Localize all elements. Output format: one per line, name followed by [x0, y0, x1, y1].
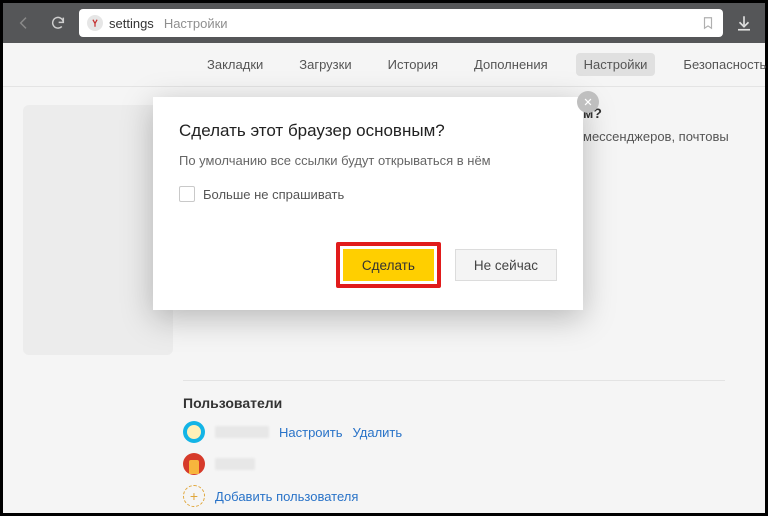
highlight-annotation: Сделать	[336, 242, 441, 288]
bookmark-icon[interactable]	[701, 16, 715, 30]
dont-ask-checkbox[interactable]: Больше не спрашивать	[179, 186, 557, 202]
tab-bookmarks[interactable]: Закладки	[199, 53, 271, 76]
browser-toolbar: settings Настройки	[3, 3, 765, 43]
main-area: м? мессенджеров, почтовы Пользователи На…	[3, 87, 765, 513]
url-segment-primary: settings	[109, 16, 154, 31]
close-icon[interactable]	[577, 91, 599, 113]
tab-addons[interactable]: Дополнения	[466, 53, 556, 76]
tab-downloads[interactable]: Загрузки	[291, 53, 359, 76]
reload-button[interactable]	[45, 10, 71, 36]
tab-history[interactable]: История	[380, 53, 446, 76]
settings-tabs: Закладки Загрузки История Дополнения Нас…	[3, 43, 765, 87]
site-icon	[87, 15, 103, 31]
url-segment-secondary: Настройки	[164, 16, 228, 31]
tab-settings[interactable]: Настройки	[576, 53, 656, 76]
make-default-button[interactable]: Сделать	[343, 249, 434, 281]
back-button[interactable]	[11, 10, 37, 36]
dialog-title: Сделать этот браузер основным?	[179, 121, 557, 141]
checkbox-icon	[179, 186, 195, 202]
default-browser-dialog: Сделать этот браузер основным? По умолча…	[153, 97, 583, 310]
dialog-buttons: Сделать Не сейчас	[179, 242, 557, 288]
address-bar[interactable]: settings Настройки	[79, 9, 723, 37]
dialog-subtitle: По умолчанию все ссылки будут открыватьс…	[179, 153, 557, 168]
not-now-button[interactable]: Не сейчас	[455, 249, 557, 281]
downloads-button[interactable]	[731, 10, 757, 36]
tab-security[interactable]: Безопасность	[675, 53, 768, 76]
dont-ask-label: Больше не спрашивать	[203, 187, 344, 202]
